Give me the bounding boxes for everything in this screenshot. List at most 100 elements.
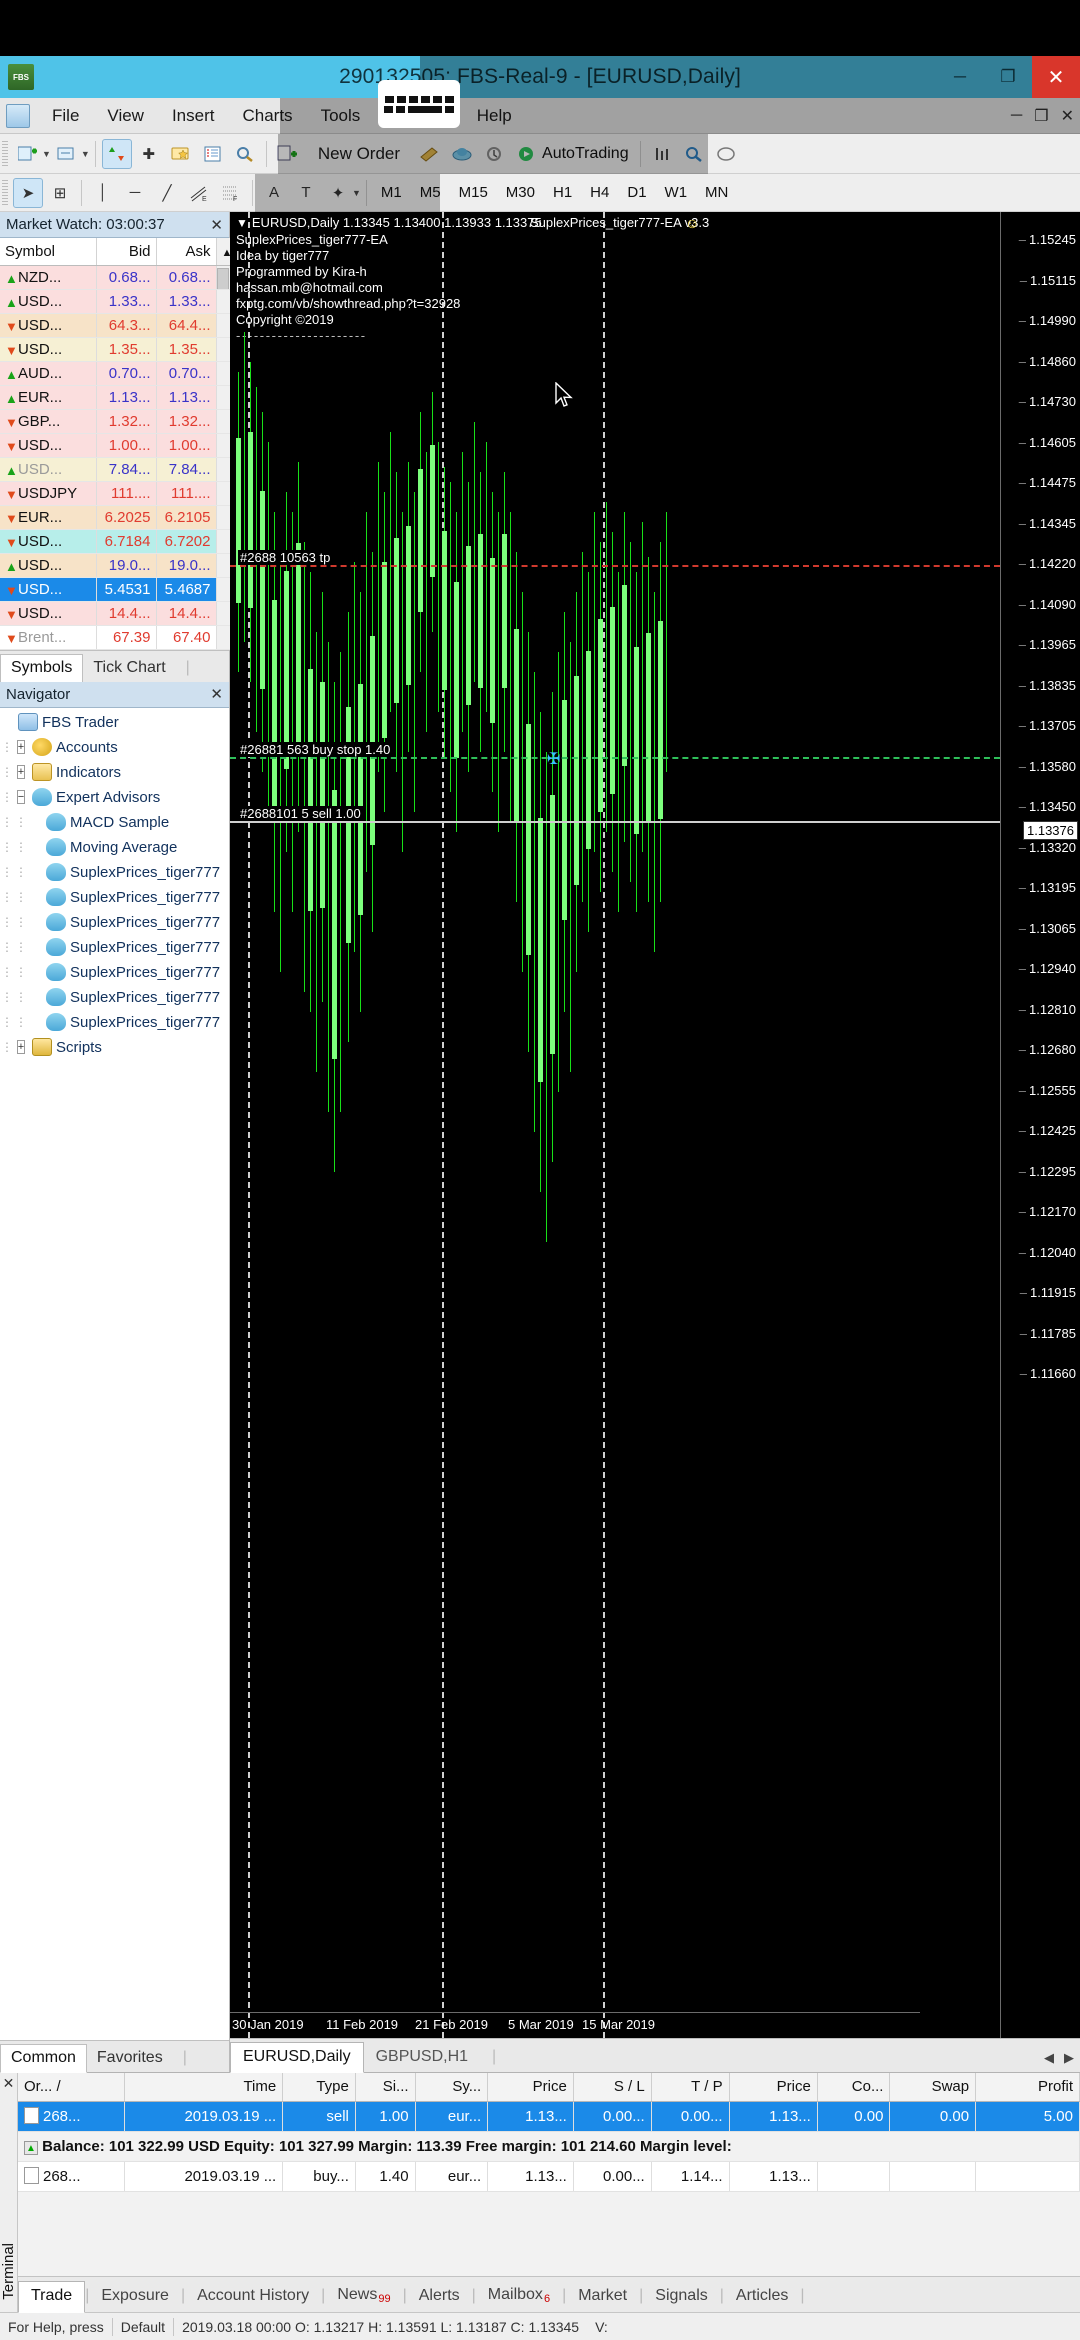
trade-col-11[interactable]: Profit	[976, 2073, 1080, 2101]
trade-col-3[interactable]: Si...	[355, 2073, 415, 2101]
market-watch-row[interactable]: ▼USDJPY111....111....	[0, 481, 230, 505]
market-watch-row[interactable]: ▲NZD...0.68...0.68...	[0, 265, 230, 289]
trendline-icon[interactable]: ╱	[152, 178, 182, 208]
mw-scrollbar[interactable]	[216, 385, 230, 409]
favorites-icon[interactable]	[166, 139, 196, 169]
tab-tick-chart[interactable]: Tick Chart	[83, 655, 175, 682]
market-watch-row[interactable]: ▼USD...6.71846.7202	[0, 529, 230, 553]
chart-plot[interactable]: ▼EURUSD,Daily 1.13345 1.13400 1.13933 1.…	[230, 212, 1000, 2038]
tree-expander-icon[interactable]: +	[14, 1041, 28, 1053]
mw-scrollbar[interactable]	[216, 577, 230, 601]
navigator-item-accounts[interactable]: ⋮+Accounts	[0, 735, 229, 760]
trade-row[interactable]: 268...2019.03.19 ...buy...1.40eur...1.13…	[18, 2161, 1080, 2191]
timeframe-h1[interactable]: H1	[544, 184, 581, 201]
trade-col-2[interactable]: Type	[283, 2073, 356, 2101]
trade-row[interactable]: 268...2019.03.19 ...sell1.00eur...1.13..…	[18, 2101, 1080, 2131]
market-watch-row[interactable]: ▼Brent...67.3967.40	[0, 625, 230, 649]
terminal-tab-exposure[interactable]: Exposure	[89, 2282, 181, 2312]
timeframe-m30[interactable]: M30	[497, 184, 544, 201]
mw-col-symbol[interactable]: Symbol	[0, 238, 96, 265]
new-chart-dropdown-icon[interactable]: ▼	[42, 149, 51, 159]
mw-col-ask[interactable]: Ask	[156, 238, 216, 265]
terminal-tab-market[interactable]: Market	[566, 2282, 639, 2312]
mdi-close-button[interactable]: ✕	[1061, 106, 1074, 126]
equidistant-channel-icon[interactable]: E	[184, 178, 214, 208]
terminal-tab-account-history[interactable]: Account History	[185, 2282, 321, 2312]
navigator-item-fbs-trader[interactable]: FBS Trader	[0, 710, 229, 735]
sell-order-line[interactable]	[230, 821, 1000, 823]
trade-col-0[interactable]: Or... /	[18, 2073, 124, 2101]
mw-scrollbar[interactable]	[216, 289, 230, 313]
crosshair-icon[interactable]: ⊞	[45, 178, 75, 208]
trade-col-8[interactable]: Price	[729, 2073, 817, 2101]
new-chart-icon[interactable]	[13, 139, 43, 169]
trade-col-10[interactable]: Swap	[890, 2073, 976, 2101]
mw-scrollbar[interactable]	[216, 625, 230, 649]
menu-view[interactable]: View	[93, 106, 158, 126]
navigator-item-suplexprices-tiger777[interactable]: ⋮⋮SuplexPrices_tiger777	[0, 960, 229, 985]
buy-stop-line[interactable]	[230, 757, 1000, 759]
horizontal-line-icon[interactable]: ─	[120, 178, 150, 208]
menu-insert[interactable]: Insert	[158, 106, 229, 126]
navigator-item-suplexprices-tiger777[interactable]: ⋮⋮SuplexPrices_tiger777	[0, 935, 229, 960]
terminal-tab-news[interactable]: News99	[325, 2281, 402, 2312]
terminal-tab-mailbox[interactable]: Mailbox6	[476, 2281, 562, 2312]
mw-scrollbar[interactable]	[216, 553, 230, 577]
strategy-tester-icon[interactable]	[230, 139, 260, 169]
navigator-item-expert-advisors[interactable]: ⋮−Expert Advisors	[0, 785, 229, 810]
toolbar2-grip[interactable]	[2, 180, 8, 206]
navigator-item-indicators[interactable]: ⋮+Indicators	[0, 760, 229, 785]
menu-file[interactable]: File	[38, 106, 93, 126]
price-scale[interactable]: –1.15245–1.15115–1.14990–1.14860–1.14730…	[1000, 212, 1080, 2038]
tab-favorites[interactable]: Favorites	[87, 2045, 173, 2072]
market-watch-row[interactable]: ▼USD...5.45315.4687	[0, 577, 230, 601]
mw-scrollbar[interactable]	[216, 505, 230, 529]
terminal-tab-alerts[interactable]: Alerts	[407, 2282, 472, 2312]
mw-scrollbar[interactable]	[216, 433, 230, 457]
market-watch-row[interactable]: ▲USD...19.0...19.0...	[0, 553, 230, 577]
profiles-icon[interactable]	[52, 139, 82, 169]
timeframe-w1[interactable]: W1	[656, 184, 697, 201]
mw-scrollbar[interactable]	[216, 601, 230, 625]
terminal-icon[interactable]	[198, 139, 228, 169]
market-watch-close-icon[interactable]: ✕	[210, 216, 223, 234]
chart-tab-gbpusd-h1[interactable]: GBPUSD,H1	[364, 2043, 480, 2072]
mw-scrollbar[interactable]	[216, 265, 230, 289]
fibonacci-icon[interactable]: F	[216, 178, 246, 208]
market-watch-row[interactable]: ▲AUD...0.70...0.70...	[0, 361, 230, 385]
help-icon[interactable]	[711, 139, 741, 169]
mw-scrollbar[interactable]	[216, 313, 230, 337]
timeframe-mn[interactable]: MN	[696, 184, 737, 201]
terminal-tab-articles[interactable]: Articles	[724, 2282, 800, 2312]
tab-common[interactable]: Common	[0, 2044, 87, 2073]
mw-scrollbar[interactable]	[216, 481, 230, 505]
cursor-icon[interactable]: ➤	[13, 178, 43, 208]
trade-col-9[interactable]: Co...	[817, 2073, 890, 2101]
take-profit-line[interactable]	[230, 565, 1000, 567]
chart-tab-next-icon[interactable]: ▶	[1064, 2050, 1074, 2066]
vertical-line-icon[interactable]: │	[88, 178, 118, 208]
profiles-dropdown-icon[interactable]: ▼	[81, 149, 90, 159]
market-watch-row[interactable]: ▼USD...1.00...1.00...	[0, 433, 230, 457]
market-watch-row[interactable]: ▲USD...7.84...7.84...	[0, 457, 230, 481]
navigator-item-suplexprices-tiger777[interactable]: ⋮⋮SuplexPrices_tiger777	[0, 985, 229, 1010]
tree-expander-icon[interactable]: +	[14, 741, 28, 753]
navigator-icon[interactable]: ✚	[134, 139, 164, 169]
market-watch-icon[interactable]	[102, 139, 132, 169]
timeframe-h4[interactable]: H4	[581, 184, 618, 201]
market-watch-row[interactable]: ▼USD...1.35...1.35...	[0, 337, 230, 361]
chart-tab-eurusd-daily[interactable]: EURUSD,Daily	[230, 2042, 364, 2073]
tab-symbols[interactable]: Symbols	[0, 654, 83, 683]
restore-button[interactable]: ❐	[984, 56, 1032, 98]
mw-scrollbar[interactable]	[216, 457, 230, 481]
navigator-item-suplexprices-tiger777[interactable]: ⋮⋮SuplexPrices_tiger777	[0, 910, 229, 935]
toolbar-grip[interactable]	[2, 141, 8, 167]
close-button[interactable]: ✕	[1032, 56, 1080, 98]
chart-area[interactable]: ▼EURUSD,Daily 1.13345 1.13400 1.13933 1.…	[230, 212, 1080, 2038]
mw-scrollbar[interactable]	[216, 529, 230, 553]
scrollbar-thumb[interactable]	[217, 268, 229, 290]
terminal-tab-signals[interactable]: Signals	[643, 2282, 719, 2312]
trade-col-7[interactable]: T / P	[651, 2073, 729, 2101]
terminal-close-icon[interactable]: ✕	[3, 2075, 15, 2092]
trade-col-6[interactable]: S / L	[573, 2073, 651, 2101]
